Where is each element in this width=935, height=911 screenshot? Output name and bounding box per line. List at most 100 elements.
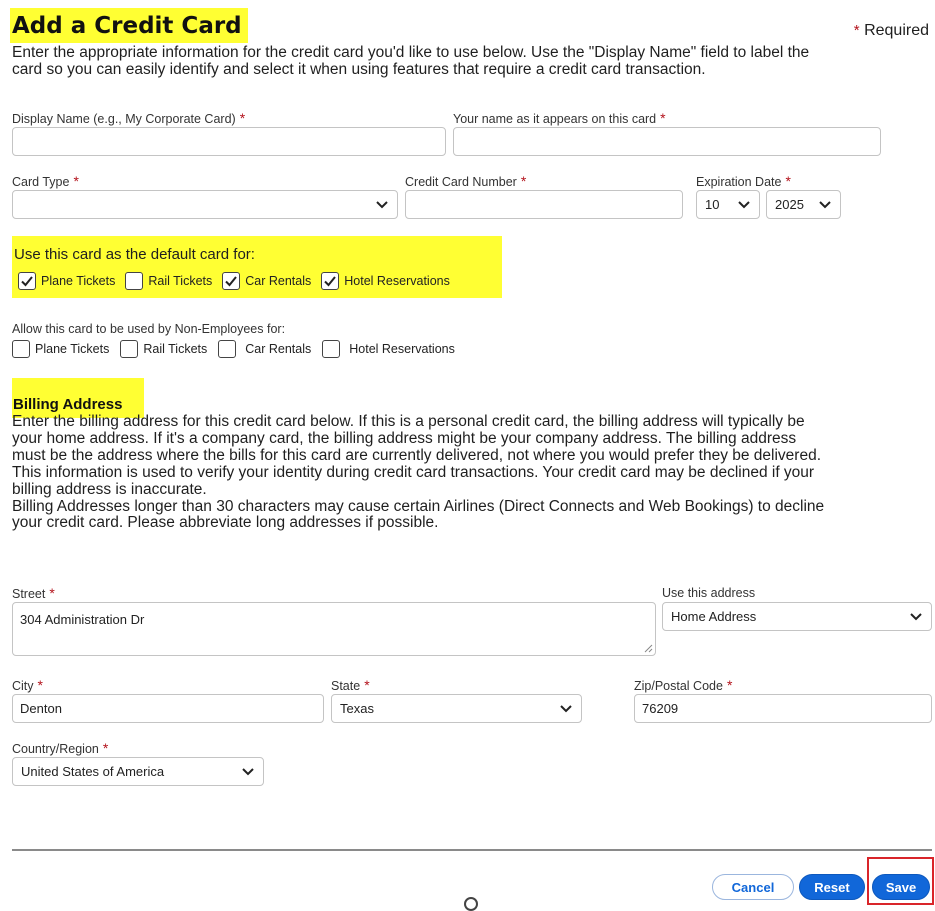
card-type-label-text: Card Type — [12, 175, 70, 189]
checkbox[interactable] — [222, 272, 241, 290]
default-card-heading: Use this card as the default card for: — [14, 246, 255, 263]
checkbox[interactable] — [322, 340, 341, 358]
required-star: * — [37, 677, 43, 693]
non-employees-heading: Allow this card to be used by Non-Employ… — [12, 322, 286, 336]
checkbox[interactable] — [321, 272, 340, 290]
country-label: Country/Region * — [12, 740, 108, 756]
option-label: Car Rentals — [245, 342, 312, 356]
billing-line: Billing Addresses longer than 30 charact… — [12, 497, 825, 515]
street-value: 304 Administration Dr — [20, 612, 145, 627]
name-on-card-label-text: Your name as it appears on this card — [453, 112, 657, 126]
required-star: * — [853, 22, 860, 39]
expiration-month-value: 10 — [705, 197, 720, 212]
card-number-label: Credit Card Number * — [405, 173, 526, 189]
scroll-indicator — [464, 897, 478, 911]
required-star: * — [364, 677, 370, 693]
nonemp-plane-option[interactable]: Plane Tickets — [12, 340, 109, 358]
default-rail-option[interactable]: Rail Tickets — [125, 272, 212, 290]
checkbox[interactable] — [125, 272, 144, 290]
use-address-select[interactable]: Home Address — [662, 602, 932, 631]
street-label: Street * — [12, 585, 55, 601]
country-select[interactable]: United States of America — [12, 757, 264, 786]
use-address-label: Use this address — [662, 586, 756, 600]
default-card-options: Plane Tickets Rail Tickets Car Rentals H… — [18, 272, 460, 290]
chevron-down-icon — [910, 612, 922, 620]
required-label: Required — [864, 22, 929, 39]
checkmark-icon — [225, 276, 238, 287]
display-name-input[interactable] — [12, 127, 446, 156]
save-button[interactable]: Save — [872, 874, 930, 900]
street-label-text: Street — [12, 587, 46, 601]
city-label: City * — [12, 677, 43, 693]
option-label: Rail Tickets — [148, 274, 213, 288]
checkbox[interactable] — [18, 272, 36, 290]
name-on-card-label: Your name as it appears on this card * — [453, 110, 666, 126]
default-plane-option[interactable]: Plane Tickets — [18, 272, 115, 290]
country-value: United States of America — [21, 764, 165, 779]
expiration-year-value: 2025 — [775, 197, 804, 212]
billing-heading: Billing Address — [13, 396, 123, 413]
state-value: Texas — [340, 701, 374, 716]
required-star: * — [785, 173, 791, 189]
required-star: * — [726, 677, 733, 693]
option-label: Hotel Reservations — [349, 342, 455, 356]
default-hotel-option[interactable]: Hotel Reservations — [321, 272, 450, 290]
street-textarea[interactable]: 304 Administration Dr — [12, 602, 656, 656]
required-star: * — [239, 110, 246, 126]
checkbox[interactable] — [12, 340, 30, 358]
zip-input[interactable]: 76209 — [634, 694, 932, 723]
city-label-text: City — [12, 679, 34, 693]
billing-line: must be the address where the bills for … — [12, 446, 822, 464]
card-type-label: Card Type * — [12, 173, 79, 189]
city-input[interactable]: Denton — [12, 694, 324, 723]
nonemp-rail-option[interactable]: Rail Tickets — [120, 340, 207, 358]
billing-text: Enter the billing address for this credi… — [12, 413, 825, 532]
required-star: * — [520, 173, 527, 189]
cancel-button[interactable]: Cancel — [712, 874, 794, 900]
state-label-text: State — [331, 679, 361, 693]
chevron-down-icon — [376, 200, 388, 208]
use-address-value: Home Address — [671, 609, 757, 624]
intro-line: card so you can easily identify and sele… — [12, 61, 706, 78]
nonemp-car-option[interactable]: Car Rentals — [218, 340, 311, 358]
expiration-year-select[interactable]: 2025 — [766, 190, 841, 219]
non-employees-options: Plane Tickets Rail Tickets Car Rentals H… — [12, 340, 465, 358]
expiration-label: Expiration Date * — [696, 173, 791, 189]
expiration-label-text: Expiration Date — [696, 175, 782, 189]
checkbox[interactable] — [120, 340, 139, 358]
page-title: Add a Credit Card — [10, 8, 248, 43]
footer-divider — [12, 849, 932, 851]
reset-button[interactable]: Reset — [799, 874, 865, 900]
expiration-month-select[interactable]: 10 — [696, 190, 760, 219]
checkbox[interactable] — [218, 340, 237, 358]
card-type-select[interactable] — [12, 190, 398, 219]
chevron-down-icon — [242, 767, 254, 775]
state-label: State * — [331, 677, 370, 693]
billing-line: your credit card. Please abbreviate long… — [12, 514, 439, 532]
zip-label-text: Zip/Postal Code — [634, 679, 723, 693]
option-label: Hotel Reservations — [344, 274, 450, 288]
option-label: Plane Tickets — [35, 342, 110, 356]
billing-line: This information is used to verify your … — [12, 463, 815, 481]
intro-text: Enter the appropriate information for th… — [12, 44, 809, 78]
required-star: * — [73, 173, 79, 189]
nonemp-hotel-option[interactable]: Hotel Reservations — [322, 340, 455, 358]
card-number-input[interactable] — [405, 190, 683, 219]
chevron-down-icon — [560, 704, 572, 712]
billing-line: billing address is inaccurate. — [12, 480, 207, 498]
default-car-option[interactable]: Car Rentals — [222, 272, 311, 290]
billing-line: your home address. If it's a company car… — [12, 429, 797, 447]
billing-line: Enter the billing address for this credi… — [12, 413, 805, 430]
resize-handle-icon[interactable] — [644, 644, 653, 653]
required-note: * Required — [854, 22, 929, 40]
state-select[interactable]: Texas — [331, 694, 582, 723]
intro-line: Enter the appropriate information for th… — [12, 44, 810, 61]
country-label-text: Country/Region — [12, 742, 99, 756]
chevron-down-icon — [738, 200, 750, 208]
name-on-card-input[interactable] — [453, 127, 881, 156]
required-star: * — [49, 585, 55, 601]
chevron-down-icon — [819, 200, 831, 208]
display-name-label-text: Display Name (e.g., My Corporate Card) — [12, 112, 236, 126]
display-name-label: Display Name (e.g., My Corporate Card) * — [12, 110, 245, 126]
card-number-label-text: Credit Card Number — [405, 175, 517, 189]
